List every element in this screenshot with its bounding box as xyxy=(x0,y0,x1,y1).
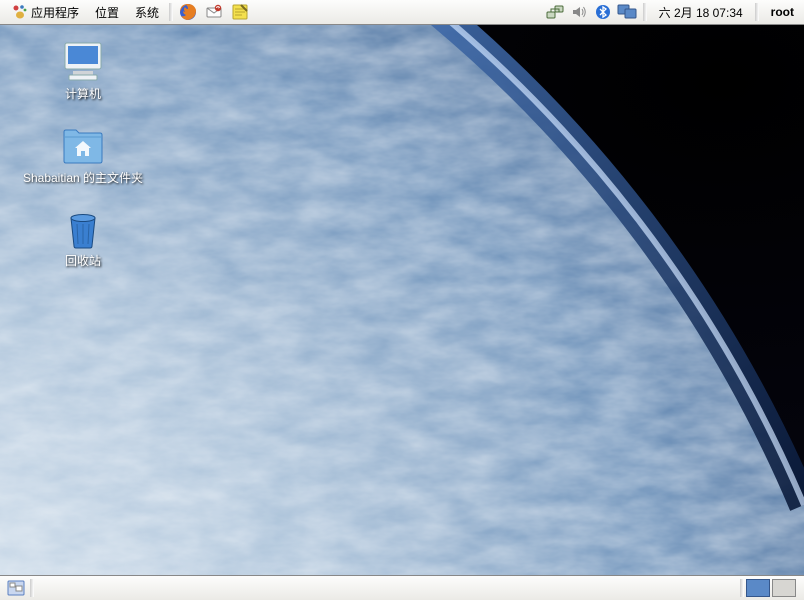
computer-icon xyxy=(59,37,107,85)
workspace-pager xyxy=(746,579,796,597)
bluetooth-icon xyxy=(595,4,611,20)
separator xyxy=(30,579,34,597)
trash-icon xyxy=(59,204,107,252)
gnome-foot-icon xyxy=(12,4,28,20)
system-menu-label: 系统 xyxy=(135,4,159,21)
desktop-icon-label: Shabaitian 的主文件夹 xyxy=(23,171,143,187)
home-folder-icon xyxy=(59,121,107,169)
separator xyxy=(755,3,759,21)
network-applet[interactable] xyxy=(545,2,565,22)
desktop-icon-computer[interactable]: 计算机 xyxy=(18,37,148,103)
separator xyxy=(740,579,744,597)
desktop-icon-grid: 计算机 Shabaitian 的主文件夹 回收站 xyxy=(18,37,148,270)
note-icon xyxy=(231,3,249,21)
envelope-icon xyxy=(205,3,223,21)
desktop[interactable]: 计算机 Shabaitian 的主文件夹 回收站 xyxy=(0,25,804,575)
workspace-2[interactable] xyxy=(772,579,796,597)
bluetooth-applet[interactable] xyxy=(593,2,613,22)
user-menu[interactable]: root xyxy=(765,5,800,19)
clock[interactable]: 六 2月 18 07:34 xyxy=(653,4,749,21)
places-menu-label: 位置 xyxy=(95,4,119,21)
firefox-launcher[interactable] xyxy=(175,1,201,23)
system-menu[interactable]: 系统 xyxy=(127,1,167,24)
show-desktop-icon xyxy=(7,580,25,596)
places-menu[interactable]: 位置 xyxy=(87,1,127,24)
show-desktop-button[interactable] xyxy=(4,578,28,598)
firefox-icon xyxy=(179,3,197,21)
top-right-group: 六 2月 18 07:34 root xyxy=(545,2,800,22)
top-left-group: 应用程序 位置 系统 xyxy=(4,1,253,24)
display-icon xyxy=(617,3,637,21)
workspace-1[interactable] xyxy=(746,579,770,597)
desktop-icon-label: 计算机 xyxy=(65,87,101,103)
desktop-icon-trash[interactable]: 回收站 xyxy=(18,204,148,270)
network-icon xyxy=(546,3,564,21)
desktop-icon-home[interactable]: Shabaitian 的主文件夹 xyxy=(18,121,148,187)
bottom-panel xyxy=(0,575,804,600)
top-panel: 应用程序 位置 系统 六 2月 18 07: xyxy=(0,0,804,25)
separator xyxy=(169,3,173,21)
notes-launcher[interactable] xyxy=(227,1,253,23)
desktop-icon-label: 回收站 xyxy=(65,254,101,270)
email-launcher[interactable] xyxy=(201,1,227,23)
display-applet[interactable] xyxy=(617,2,637,22)
volume-applet[interactable] xyxy=(569,2,589,22)
applications-menu-label: 应用程序 xyxy=(31,4,79,21)
separator xyxy=(643,3,647,21)
applications-menu[interactable]: 应用程序 xyxy=(4,1,87,24)
volume-icon xyxy=(571,4,587,20)
